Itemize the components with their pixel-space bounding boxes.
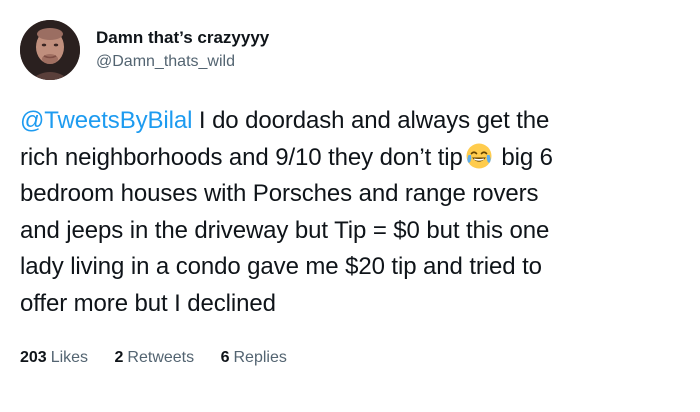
author-display-name[interactable]: Damn that’s crazyyyy bbox=[96, 28, 269, 48]
retweets-stat[interactable]: 2 Retweets bbox=[115, 349, 195, 367]
likes-stat[interactable]: 203 Likes bbox=[20, 349, 88, 367]
mention-link[interactable]: @TweetsByBilal bbox=[20, 107, 192, 134]
tweet-text-segment: big 6 bbox=[494, 143, 553, 171]
tweet-line: lady living in a condo gave me $20 tip a… bbox=[20, 253, 542, 280]
face-with-tears-of-joy-icon bbox=[465, 142, 493, 170]
profile-photo-icon bbox=[20, 20, 80, 80]
avatar[interactable] bbox=[20, 20, 80, 80]
replies-count: 6 bbox=[220, 349, 230, 366]
tweet-card: Damn that’s crazyyyy @Damn_thats_wild @T… bbox=[0, 0, 700, 412]
author-handle[interactable]: @Damn_thats_wild bbox=[96, 53, 235, 71]
tweet-line: offer more but I declined bbox=[20, 289, 276, 317]
tweet-text-segment: rich neighborhoods and 9/10 they don’t t… bbox=[20, 143, 463, 171]
engagement-stats: 203 Likes 2 Retweets 6 Replies bbox=[20, 349, 309, 367]
likes-count: 203 bbox=[20, 349, 47, 366]
tweet-text-segment: I do doordash and always get the bbox=[192, 107, 550, 134]
tweet-text: @TweetsByBilal I do doordash and always … bbox=[20, 103, 690, 322]
likes-label: Likes bbox=[50, 349, 89, 366]
retweets-label: Retweets bbox=[127, 349, 195, 366]
retweets-count: 2 bbox=[114, 349, 124, 366]
replies-stat[interactable]: 6 Replies bbox=[221, 349, 287, 367]
tweet-line: and jeeps in the driveway but Tip = $0 b… bbox=[20, 216, 550, 244]
tweet-line: rich neighborhoods and 9/10 they don’t t… bbox=[20, 140, 690, 177]
tweet-line: bedroom houses with Porsches and range r… bbox=[20, 180, 539, 207]
replies-label: Replies bbox=[233, 349, 287, 366]
tweet-line: @TweetsByBilal I do doordash and always … bbox=[20, 103, 690, 140]
